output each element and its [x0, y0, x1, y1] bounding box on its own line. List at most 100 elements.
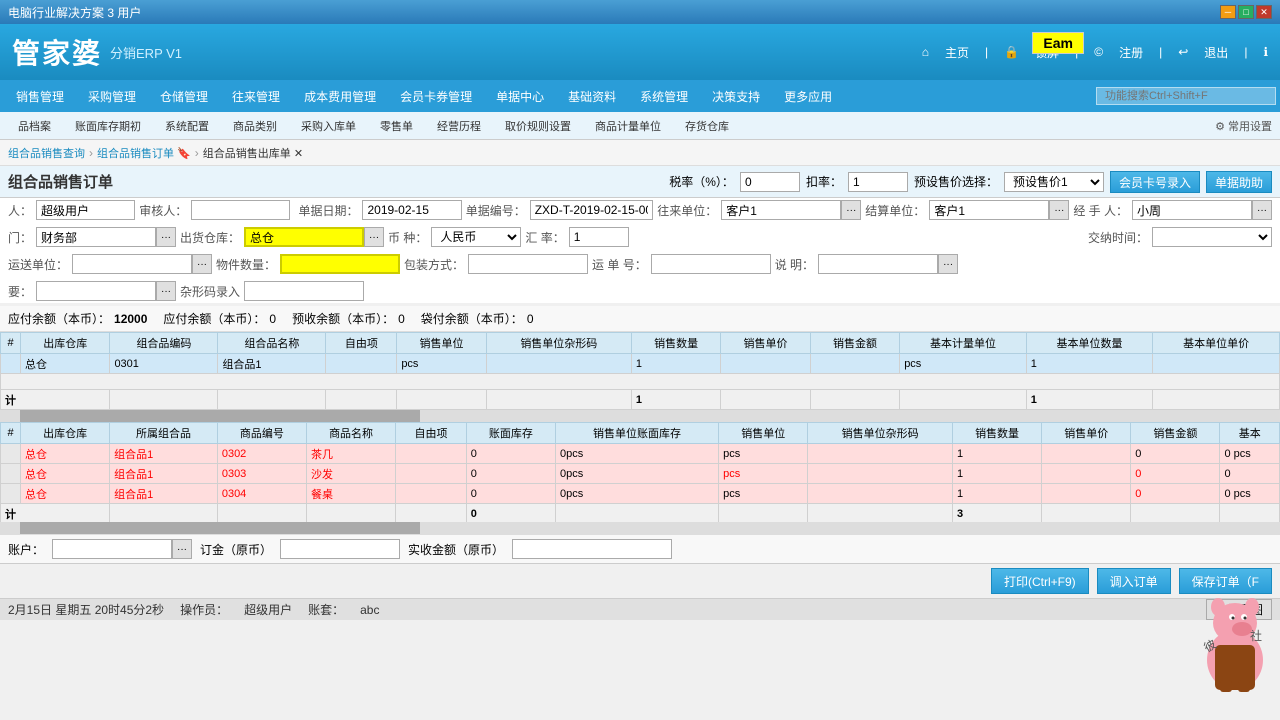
account-input[interactable] — [52, 539, 172, 559]
main-navigation: 销售管理 采购管理 仓储管理 往来管理 成本费用管理 会员卡券管理 单据中心 基… — [0, 80, 1280, 112]
account-select-btn[interactable]: ··· — [172, 539, 192, 559]
receivable-value: 0 — [269, 312, 276, 326]
ship-input[interactable] — [72, 254, 192, 274]
discount-input[interactable] — [848, 172, 908, 192]
order-amount-label: 订金（原币） — [200, 541, 272, 558]
handler-select-btn[interactable]: ··· — [1252, 200, 1272, 220]
note-select-btn[interactable]: ··· — [938, 254, 958, 274]
breadcrumb-order[interactable]: 组合品销售订单 🔖 — [97, 145, 191, 161]
settings-button[interactable]: ⚙ 常用设置 — [1215, 118, 1272, 134]
home-icon[interactable]: ⌂ — [922, 45, 929, 59]
prepaid-label: 预收余额（本币）： — [292, 310, 394, 327]
exit-link[interactable]: 退出 — [1204, 44, 1228, 61]
handler-input[interactable] — [1132, 200, 1252, 220]
close-button[interactable]: ✕ — [1256, 5, 1272, 19]
lower-cell-combo-1: 组合品1 — [110, 444, 218, 464]
approve-input[interactable] — [191, 200, 290, 220]
nav-warehouse[interactable]: 仓储管理 — [148, 80, 220, 112]
app-logo: 管家婆 — [12, 32, 102, 72]
packing-input[interactable] — [468, 254, 588, 274]
member-card-btn[interactable]: 会员卡号录入 — [1110, 171, 1200, 193]
nav-transactions[interactable]: 往来管理 — [220, 80, 292, 112]
subnav-retail[interactable]: 零售单 — [370, 116, 423, 136]
subnav-warehouse[interactable]: 存货仓库 — [675, 116, 739, 136]
nav-more[interactable]: 更多应用 — [772, 80, 844, 112]
lock-icon[interactable]: 🔒 — [1004, 45, 1019, 59]
scroll-thumb[interactable] — [20, 410, 420, 422]
dept-input[interactable] — [36, 227, 156, 247]
person-input[interactable] — [36, 200, 135, 220]
currency-select[interactable]: 人民币 — [431, 227, 521, 247]
print-button[interactable]: 打印(Ctrl+F9) — [991, 568, 1089, 594]
subnav-product-category[interactable]: 商品类别 — [223, 116, 287, 136]
subnav-purchase-in[interactable]: 采购入库单 — [291, 116, 366, 136]
upper-scrollbar[interactable] — [0, 410, 1280, 422]
upper-table: # 出库仓库 组合品编码 组合品名称 自由项 销售单位 销售单位杂形码 销售数量… — [0, 332, 1280, 410]
subnav-unit[interactable]: 商品计量单位 — [585, 116, 671, 136]
exchange-input[interactable] — [569, 227, 629, 247]
partner-input[interactable] — [721, 200, 841, 220]
function-search-input[interactable] — [1096, 87, 1276, 105]
require-select-btn[interactable]: ··· — [156, 281, 176, 301]
packing-label: 包装方式： — [404, 256, 464, 273]
nav-sales[interactable]: 销售管理 — [4, 80, 76, 112]
info-icon[interactable]: ℹ — [1263, 45, 1268, 59]
lower-table-row-3[interactable]: 总仓 组合品1 0304 餐桌 0 0pcs pcs 1 0 0 pcs — [1, 484, 1280, 504]
lower-table-row-1[interactable]: 总仓 组合品1 0302 茶几 0 0pcs pcs 1 0 0 pcs — [1, 444, 1280, 464]
col-sales-unit-code: 销售单位杂形码 — [486, 333, 631, 354]
lower-scroll-thumb[interactable] — [20, 522, 420, 534]
maximize-button[interactable]: □ — [1238, 5, 1254, 19]
nav-documents[interactable]: 单据中心 — [484, 80, 556, 112]
nav-system[interactable]: 系统管理 — [628, 80, 700, 112]
breadcrumb-outbound[interactable]: 组合品销售出库单 ✕ — [203, 145, 303, 161]
home-link[interactable]: 主页 — [945, 44, 969, 61]
note-input[interactable] — [818, 254, 938, 274]
subnav-price-rule[interactable]: 取价规则设置 — [495, 116, 581, 136]
settlement-select-btn[interactable]: ··· — [1049, 200, 1069, 220]
nav-decisions[interactable]: 决策支持 — [700, 80, 772, 112]
reg-icon[interactable]: © — [1094, 45, 1103, 59]
partner-select-btn[interactable]: ··· — [841, 200, 861, 220]
itemcount-input[interactable] — [280, 254, 400, 274]
nav-basics[interactable]: 基础资料 — [556, 80, 628, 112]
nav-costs[interactable]: 成本费用管理 — [292, 80, 388, 112]
lower-table-row-2[interactable]: 总仓 组合品1 0303 沙发 0 0pcs pcs 1 0 0 — [1, 464, 1280, 484]
lower-cell-amount-1: 0 — [1131, 444, 1220, 464]
shipnum-input[interactable] — [651, 254, 771, 274]
col-combo-code: 组合品编码 — [110, 333, 218, 354]
table-row[interactable]: 总仓 0301 组合品1 pcs 1 pcs 1 — [1, 354, 1280, 374]
require-input[interactable] — [36, 281, 156, 301]
dept-select-btn[interactable]: ··· — [156, 227, 176, 247]
subnav-history[interactable]: 经营历程 — [427, 116, 491, 136]
settlement-input[interactable] — [929, 200, 1049, 220]
lower-cell-name-2: 沙发 — [306, 464, 395, 484]
subnav-system-config[interactable]: 系统配置 — [155, 116, 219, 136]
warehouse-select-btn[interactable]: ··· — [364, 227, 384, 247]
subnav-account-init[interactable]: 账面库存期初 — [65, 116, 151, 136]
col-sales-price: 销售单价 — [721, 333, 810, 354]
import-button[interactable]: 调入订单 — [1097, 568, 1171, 594]
nav-purchase[interactable]: 采购管理 — [76, 80, 148, 112]
breadcrumb-query[interactable]: 组合品销售查询 — [8, 145, 85, 161]
exit-icon[interactable]: ↩ — [1178, 45, 1188, 59]
lower-scrollbar[interactable] — [0, 522, 1280, 534]
help-btn[interactable]: 单据助助 — [1206, 171, 1272, 193]
barcode-input[interactable] — [244, 281, 364, 301]
date-input[interactable] — [362, 200, 461, 220]
lower-col-free: 自由项 — [396, 423, 467, 444]
minimize-button[interactable]: ─ — [1220, 5, 1236, 19]
sep4: | — [1244, 45, 1247, 59]
subnav-product-file[interactable]: 品档案 — [8, 116, 61, 136]
ordernum-input[interactable] — [530, 200, 654, 220]
order-amount-input[interactable] — [280, 539, 400, 559]
nav-members[interactable]: 会员卡券管理 — [388, 80, 484, 112]
received-input[interactable] — [512, 539, 672, 559]
reg-link[interactable]: 注册 — [1119, 44, 1143, 61]
itemcount-field — [280, 254, 400, 274]
tax-rate-input[interactable] — [740, 172, 800, 192]
tradetime-select[interactable] — [1152, 227, 1272, 247]
price-select[interactable]: 预设售价1 — [1004, 172, 1104, 192]
ship-select-btn[interactable]: ··· — [192, 254, 212, 274]
warehouse-input[interactable] — [244, 227, 364, 247]
col-warehouse: 出库仓库 — [21, 333, 110, 354]
